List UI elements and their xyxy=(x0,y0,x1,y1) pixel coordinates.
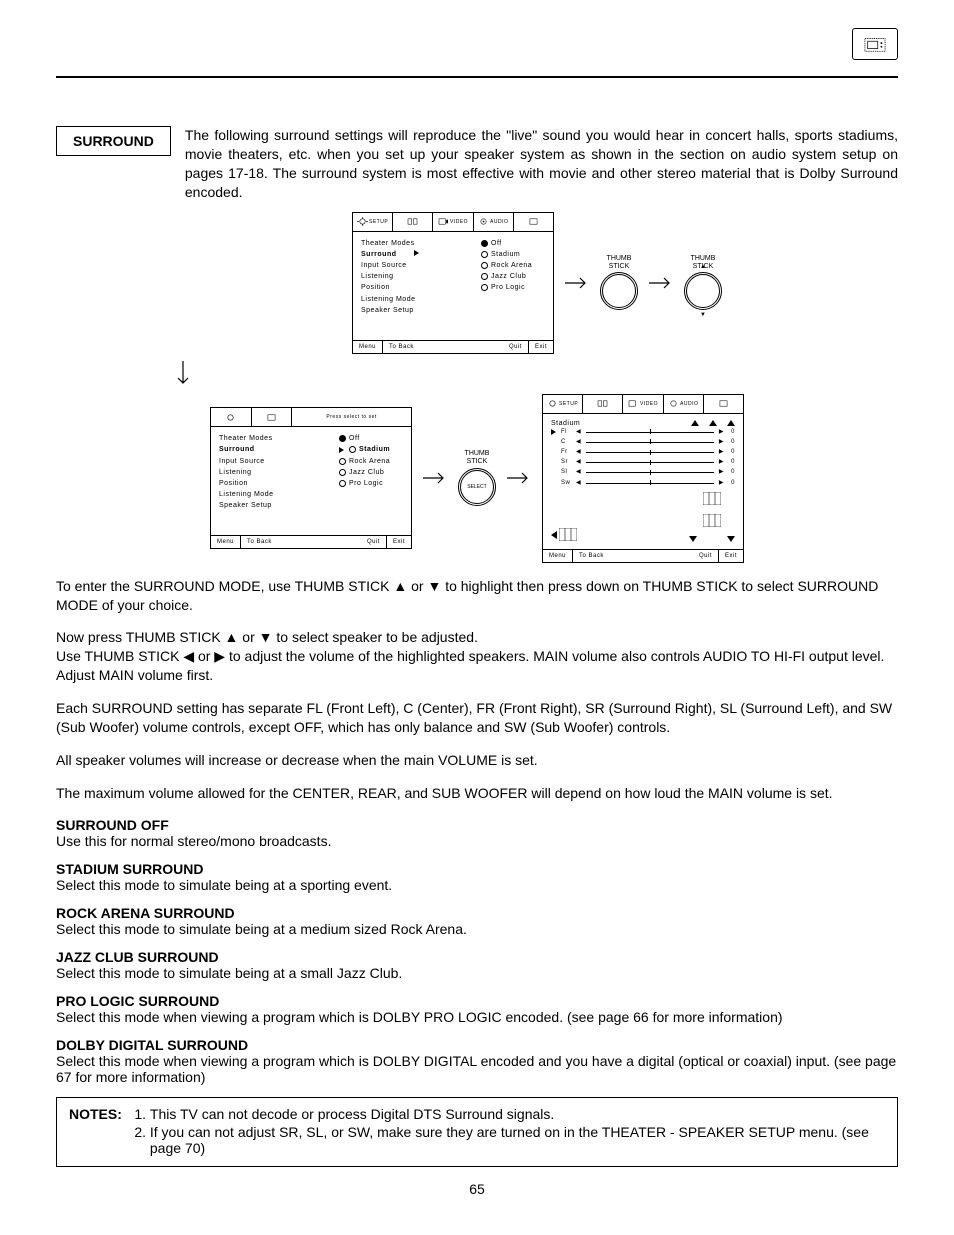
osd3-row-sw: Sw◀▶0 xyxy=(551,478,735,488)
osd3-row-fl: Fl◀▶0 xyxy=(551,427,735,437)
osd1-opt-off: Off xyxy=(481,238,545,249)
osd2-opt-rock-arena: Rock Arena xyxy=(339,456,403,467)
osd-tab-setup: SETUP xyxy=(353,213,393,231)
osd3-title: Stadium xyxy=(551,420,580,427)
notes-label: NOTES: xyxy=(69,1106,122,1158)
thumb-stick-1: THUMB STICK xyxy=(600,255,638,310)
body-p1: To enter the SURROUND MODE, use THUMB ST… xyxy=(56,577,898,615)
body-p3: Use THUMB STICK ◀ or ▶ to adjust the vol… xyxy=(56,647,898,685)
osd1-opt-rock-arena: Rock Arena xyxy=(481,260,545,271)
osd2-footer-quit: Quit xyxy=(361,536,386,548)
osd3-footer-quit: Quit xyxy=(693,550,718,562)
arrow-right-1 xyxy=(564,275,590,291)
arrow-down xyxy=(175,360,191,388)
osd1-opt-jazz-club: Jazz Club xyxy=(481,271,545,282)
osd-footer-back: To Back xyxy=(382,341,420,353)
osd-menu-1: SETUP VIDEO AUDIO Theater Modes Surround… xyxy=(352,212,554,354)
osd-footer-menu: Menu xyxy=(353,341,382,353)
arrow-right-3 xyxy=(422,470,448,486)
arrow-right-2 xyxy=(648,275,674,291)
osd2-footer-back: To Back xyxy=(240,536,278,548)
thumb-stick-2: THUMB STICK ▲ ▼ xyxy=(684,255,722,310)
notes-box: NOTES: This TV can not decode or process… xyxy=(56,1097,898,1167)
osd1-item-surround: Surround xyxy=(361,249,475,260)
up-icon xyxy=(691,420,699,426)
osd-tab-2 xyxy=(393,213,433,231)
osd-footer-quit: Quit xyxy=(503,341,528,353)
mode-dolby-digital: DOLBY DIGITAL SURROUND Select this mode … xyxy=(56,1037,898,1085)
osd1-opt-pro-logic: Pro Logic xyxy=(481,282,545,293)
osd2-tab-icon xyxy=(211,408,252,426)
mode-surround-off: SURROUND OFF Use this for normal stereo/… xyxy=(56,817,898,849)
osd2-opt-stadium: Stadium xyxy=(339,444,403,455)
up-icon xyxy=(727,420,735,426)
body-p6: The maximum volume allowed for the CENTE… xyxy=(56,784,898,803)
osd3-tab-4: AUDIO xyxy=(664,395,704,413)
left-icon xyxy=(551,531,557,539)
notes-item-1: This TV can not decode or process Digita… xyxy=(150,1106,885,1122)
level-bars-icon xyxy=(703,492,721,507)
arrow-right-4 xyxy=(506,470,532,486)
osd2-opt-off: Off xyxy=(339,433,403,444)
osd1-item-theater-modes: Theater Modes xyxy=(361,238,475,249)
thumb-stick-select: THUMB STICK SELECT xyxy=(458,450,496,505)
osd1-item-speaker-setup: Speaker Setup xyxy=(361,305,475,316)
osd2-opt-jazz-club: Jazz Club xyxy=(339,467,403,478)
osd3-row-fr: Fr◀▶0 xyxy=(551,447,735,457)
horizontal-rule xyxy=(56,76,898,78)
osd2-tab-screen xyxy=(252,408,293,426)
osd1-opt-stadium: Stadium xyxy=(481,249,545,260)
osd2-item-input-source: Input Source xyxy=(219,456,333,467)
up-icon xyxy=(709,420,717,426)
osd3-footer-exit: Exit xyxy=(718,550,743,562)
osd1-item-listening: Listening xyxy=(361,271,475,282)
osd1-item-position: Position xyxy=(361,282,475,293)
osd3-row-c: C◀▶0 xyxy=(551,437,735,447)
body-p4: Each SURROUND setting has separate FL (F… xyxy=(56,699,898,737)
osd1-item-listening-mode: Listening Mode xyxy=(361,294,475,305)
osd2-item-listening: Listening xyxy=(219,467,333,478)
osd2-item-position: Position xyxy=(219,478,333,489)
osd2-item-theater-modes: Theater Modes xyxy=(219,433,333,444)
osd-menu-2: Press select to set Theater Modes Surrou… xyxy=(210,407,412,549)
osd-tab-audio: AUDIO xyxy=(474,213,514,231)
osd3-tab-3: VIDEO xyxy=(623,395,663,413)
body-p2: Now press THUMB STICK ▲ or ▼ to select s… xyxy=(56,628,898,647)
page-number: 65 xyxy=(56,1181,898,1197)
osd3-tab-1: SETUP xyxy=(543,395,583,413)
body-p5: All speaker volumes will increase or dec… xyxy=(56,751,898,770)
intro-paragraph: The following surround settings will rep… xyxy=(185,126,898,202)
section-title: SURROUND xyxy=(56,126,171,156)
osd2-item-listening-mode: Listening Mode xyxy=(219,489,333,500)
notes-item-2: If you can not adjust SR, SL, or SW, mak… xyxy=(150,1124,885,1156)
osd3-row-sl: Sl◀▶0 xyxy=(551,467,735,477)
osd2-item-speaker-setup: Speaker Setup xyxy=(219,500,333,511)
mode-jazz-club: JAZZ CLUB SURROUND Select this mode to s… xyxy=(56,949,898,981)
mode-pro-logic: PRO LOGIC SURROUND Select this mode when… xyxy=(56,993,898,1025)
osd3-tab-5 xyxy=(704,395,743,413)
osd2-item-surround: Surround xyxy=(219,444,333,455)
osd1-item-input-source: Input Source xyxy=(361,260,475,271)
level-bars-icon xyxy=(559,528,577,543)
header-tv-icon xyxy=(852,28,898,60)
osd2-opt-pro-logic: Pro Logic xyxy=(339,478,403,489)
osd-tab-video: VIDEO xyxy=(433,213,473,231)
osd3-tab-2 xyxy=(583,395,623,413)
osd3-row-sr: Sr◀▶0 xyxy=(551,457,735,467)
mode-rock-arena: ROCK ARENA SURROUND Select this mode to … xyxy=(56,905,898,937)
osd-tab-5 xyxy=(514,213,553,231)
osd2-footer-exit: Exit xyxy=(386,536,411,548)
osd-footer-exit: Exit xyxy=(528,341,553,353)
osd-menu-3-speaker-levels: SETUP VIDEO AUDIO Stadium Fl◀▶0 C◀▶0 xyxy=(542,394,744,563)
down-icon xyxy=(727,536,735,542)
osd3-footer-back: To Back xyxy=(572,550,610,562)
osd2-press-select: Press select to set xyxy=(292,408,411,426)
down-icon xyxy=(689,536,697,542)
osd3-footer-menu: Menu xyxy=(543,550,572,562)
osd2-footer-menu: Menu xyxy=(211,536,240,548)
mode-stadium: STADIUM SURROUND Select this mode to sim… xyxy=(56,861,898,893)
